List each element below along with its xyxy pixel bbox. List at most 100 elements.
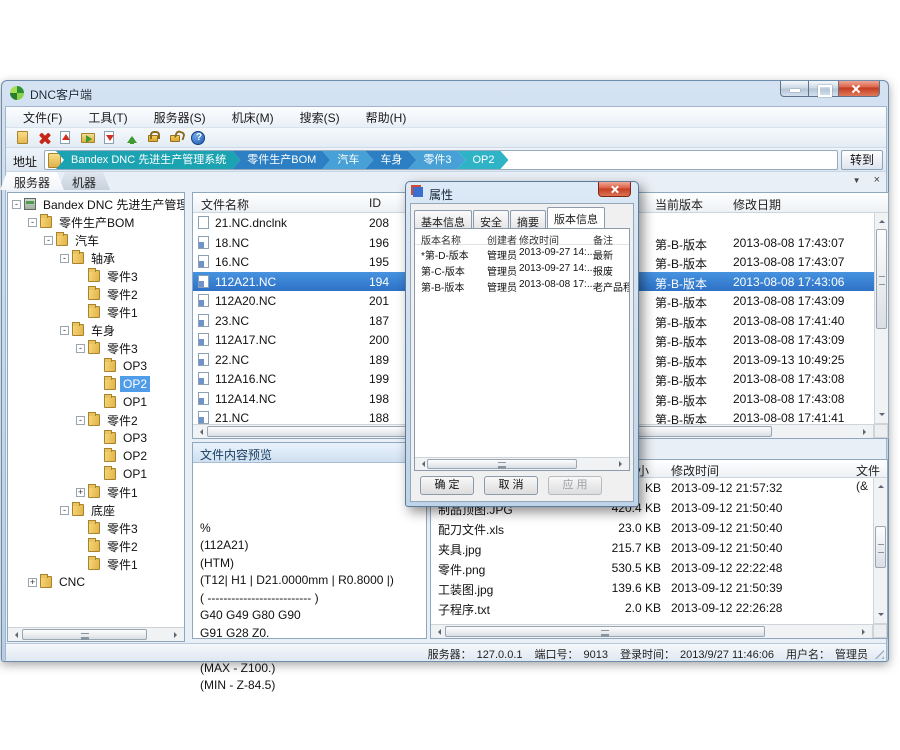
tree-expander[interactable]: - bbox=[76, 344, 85, 353]
tree-expander[interactable]: + bbox=[76, 488, 85, 497]
tool-button[interactable] bbox=[56, 129, 78, 147]
menu-item[interactable]: 机床(M) bbox=[223, 107, 283, 128]
tab-machine[interactable]: 机器 bbox=[58, 172, 110, 190]
version-row[interactable]: 第-C-版本 管理员 2013-09-27 14:... 报废 bbox=[415, 261, 629, 277]
dialog-tab-summary[interactable]: 摘要 bbox=[510, 210, 546, 228]
tree-item[interactable]: + 零件1 bbox=[8, 483, 184, 501]
menu-item[interactable]: 帮助(H) bbox=[357, 107, 416, 128]
tree-item[interactable]: - 零件生产BOM bbox=[8, 213, 184, 231]
tree-item[interactable]: OP1 bbox=[8, 465, 184, 483]
tool-button[interactable] bbox=[34, 129, 56, 147]
title-bar[interactable]: DNC客户端 bbox=[2, 81, 888, 106]
scrollbar-thumb[interactable] bbox=[427, 459, 577, 469]
dialog-close-button[interactable] bbox=[598, 182, 631, 197]
tree-expander[interactable]: - bbox=[60, 254, 69, 263]
version-row[interactable]: 第-B-版本 管理员 2013-08-08 17:... 老产品程序 bbox=[415, 277, 629, 293]
tree-item[interactable]: - 底座 bbox=[8, 501, 184, 519]
column-modified-time[interactable]: 修改时间 bbox=[671, 462, 719, 479]
tree-item[interactable]: 零件2 bbox=[8, 537, 184, 555]
tool-button[interactable] bbox=[78, 129, 100, 147]
scroll-left-icon[interactable] bbox=[12, 632, 18, 638]
tree-item[interactable]: + CNC bbox=[8, 573, 184, 591]
scrollbar-thumb[interactable] bbox=[875, 526, 886, 568]
breadcrumb-item[interactable]: Bandex DNC 先进生产管理系统 bbox=[56, 151, 240, 169]
scroll-right-icon[interactable] bbox=[174, 632, 180, 638]
tree-item[interactable]: 零件3 bbox=[8, 519, 184, 537]
scroll-right-icon[interactable] bbox=[862, 629, 868, 635]
tool-button[interactable] bbox=[12, 129, 34, 147]
tree-expander[interactable]: - bbox=[76, 416, 85, 425]
tree-item[interactable]: 零件1 bbox=[8, 555, 184, 573]
scroll-up-icon[interactable] bbox=[878, 482, 884, 488]
tree-item[interactable]: OP2 bbox=[8, 447, 184, 465]
menu-item[interactable]: 服务器(S) bbox=[145, 107, 215, 128]
dialog-tab-version-info[interactable]: 版本信息 bbox=[547, 207, 605, 228]
tree-item[interactable]: OP2 bbox=[8, 375, 184, 393]
go-button[interactable]: 转到 bbox=[841, 150, 883, 170]
tool-button[interactable] bbox=[144, 129, 166, 147]
column-id[interactable]: ID bbox=[369, 196, 381, 210]
dialog-tab-security[interactable]: 安全 bbox=[473, 210, 509, 228]
scrollbar-thumb[interactable] bbox=[445, 626, 765, 637]
breadcrumb-item[interactable]: 零件生产BOM bbox=[232, 151, 330, 169]
tree-item[interactable]: - 汽车 bbox=[8, 231, 184, 249]
cancel-button[interactable]: 取 消 bbox=[484, 476, 538, 495]
tree-item[interactable]: OP3 bbox=[8, 429, 184, 447]
maximize-button[interactable] bbox=[809, 81, 838, 97]
minimize-button[interactable] bbox=[780, 81, 809, 97]
tool-button[interactable] bbox=[122, 129, 144, 147]
dialog-horizontal-scrollbar[interactable] bbox=[415, 457, 629, 470]
tree-item[interactable]: 零件2 bbox=[8, 285, 184, 303]
scroll-left-icon[interactable] bbox=[435, 629, 441, 635]
ok-button[interactable]: 确 定 bbox=[420, 476, 474, 495]
breadcrumb-item[interactable]: 零件3 bbox=[408, 151, 465, 169]
column-modified-date[interactable]: 修改日期 bbox=[733, 196, 781, 213]
dialog-tab-basic-info[interactable]: 基本信息 bbox=[414, 210, 472, 228]
tree-expander[interactable]: - bbox=[12, 200, 21, 209]
scroll-up-icon[interactable] bbox=[879, 217, 885, 223]
close-button[interactable] bbox=[838, 81, 880, 97]
address-field[interactable]: Bandex DNC 先进生产管理系统零件生产BOM汽车车身零件3OP2 bbox=[44, 150, 838, 170]
scroll-down-icon[interactable] bbox=[879, 413, 885, 419]
apply-button[interactable]: 应 用 bbox=[548, 476, 602, 495]
tree-item[interactable]: - Bandex DNC 先进生产管理系统 bbox=[8, 195, 184, 213]
tree-item[interactable]: OP1 bbox=[8, 393, 184, 411]
tree-item[interactable]: - 零件2 bbox=[8, 411, 184, 429]
attachment-row[interactable]: 配刀文件.xls 23.0 KB 2013-09-12 21:50:40 bbox=[431, 518, 873, 538]
attachment-row[interactable]: 子程序.txt 2.0 KB 2013-09-12 22:26:28 bbox=[431, 598, 873, 618]
tree-item[interactable]: - 零件3 bbox=[8, 339, 184, 357]
version-row[interactable]: *第-D-版本 管理员 2013-09-27 14:... 最新 bbox=[415, 245, 629, 261]
tree-expander[interactable]: - bbox=[60, 506, 69, 515]
tool-button[interactable] bbox=[188, 129, 210, 147]
scroll-left-icon[interactable] bbox=[419, 461, 425, 467]
tree-expander[interactable]: - bbox=[28, 218, 37, 227]
tool-button[interactable] bbox=[100, 129, 122, 147]
tree-item[interactable]: - 车身 bbox=[8, 321, 184, 339]
tree-item[interactable]: 零件1 bbox=[8, 303, 184, 321]
scroll-right-icon[interactable] bbox=[863, 429, 869, 435]
tree-expander[interactable]: - bbox=[60, 326, 69, 335]
file-list-vertical-scrollbar[interactable] bbox=[874, 213, 888, 424]
scroll-down-icon[interactable] bbox=[878, 613, 884, 619]
column-file-name[interactable]: 文件名称 bbox=[201, 196, 249, 213]
scrollbar-thumb[interactable] bbox=[22, 629, 147, 640]
menu-item[interactable]: 文件(F) bbox=[14, 107, 71, 128]
attachments-vertical-scrollbar[interactable] bbox=[873, 478, 887, 624]
attachment-row[interactable]: 零件.png 530.5 KB 2013-09-12 22:22:48 bbox=[431, 558, 873, 578]
scroll-left-icon[interactable] bbox=[197, 429, 203, 435]
menu-item[interactable]: 工具(T) bbox=[79, 107, 136, 128]
tree-item[interactable]: 零件3 bbox=[8, 267, 184, 285]
menu-item[interactable]: 搜索(S) bbox=[291, 107, 349, 128]
scroll-right-icon[interactable] bbox=[619, 461, 625, 467]
panel-close-icon[interactable]: × bbox=[874, 174, 880, 186]
attachments-horizontal-scrollbar[interactable] bbox=[431, 624, 873, 638]
tree-item[interactable]: OP3 bbox=[8, 357, 184, 375]
tree-expander[interactable]: - bbox=[44, 236, 53, 245]
tab-server[interactable]: 服务器 bbox=[0, 172, 64, 190]
resize-grip[interactable] bbox=[873, 648, 884, 659]
scrollbar-thumb[interactable] bbox=[876, 229, 887, 329]
panel-dropdown-icon[interactable]: ▼ bbox=[853, 176, 861, 185]
tool-button[interactable] bbox=[166, 129, 188, 147]
attachment-row[interactable]: 夹具.jpg 215.7 KB 2013-09-12 21:50:40 bbox=[431, 538, 873, 558]
tree-horizontal-scrollbar[interactable] bbox=[8, 627, 184, 641]
